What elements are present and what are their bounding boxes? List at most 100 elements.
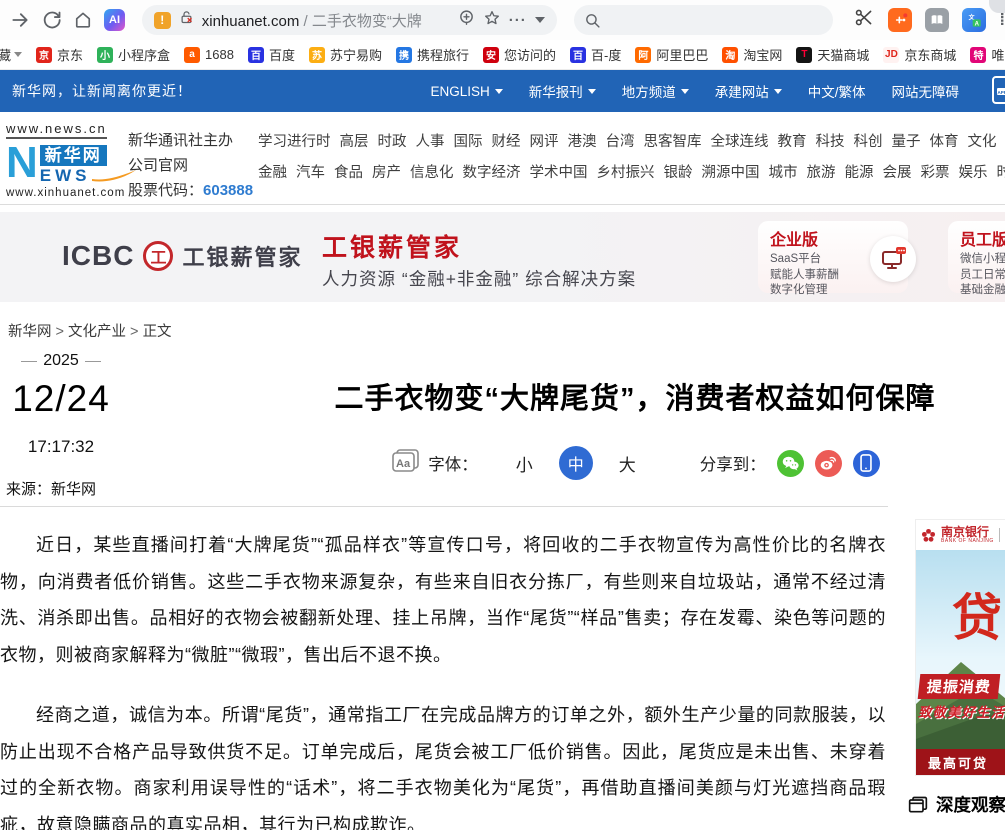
bookmark-item[interactable]: 特 唯品会 <box>970 45 1005 64</box>
forward-icon[interactable] <box>10 9 30 31</box>
banner-card-enterprise[interactable]: 企业版 SaaS平台赋能人事薪酬数字化管理 <box>758 221 908 293</box>
stock-code[interactable]: 603888 <box>203 182 253 199</box>
insecure-lock-icon[interactable] <box>179 10 194 30</box>
nav-link[interactable]: 学习进行时 <box>258 134 331 150</box>
source-name[interactable]: 新华网 <box>51 481 96 498</box>
reload-icon[interactable] <box>41 9 61 31</box>
nav-link[interactable]: 体育 <box>930 134 959 150</box>
address-more-icon[interactable]: ··· <box>509 12 527 29</box>
breadcrumb-item[interactable]: 文化产业 <box>52 324 127 340</box>
nav-link[interactable]: 国际 <box>454 134 483 150</box>
nav-link[interactable]: 能源 <box>845 165 874 181</box>
bookmark-item[interactable]: 阿 阿里巴巴 <box>635 45 708 64</box>
bookmark-item[interactable]: 百 百度 <box>248 45 295 64</box>
breadcrumb-item[interactable]: 正文 <box>126 324 172 340</box>
nav-link[interactable]: 财经 <box>492 134 521 150</box>
address-dropdown-icon[interactable] <box>535 17 545 23</box>
bookmark-item[interactable]: 小 小程序盒 <box>97 45 170 64</box>
nav-link[interactable]: 科创 <box>854 134 883 150</box>
nav-link[interactable]: 食品 <box>334 165 363 181</box>
reading-list-icon[interactable] <box>925 8 949 32</box>
site-slogan: 新华网，让新闻离你更近！ <box>12 81 192 101</box>
weibo-share-icon[interactable] <box>815 450 842 477</box>
topbar-link[interactable]: 承建网站 <box>715 81 782 101</box>
nav-link[interactable]: 会展 <box>883 165 912 181</box>
topbar-link[interactable]: 地方频道 <box>622 81 689 101</box>
nav-link[interactable]: 金融 <box>258 165 287 181</box>
bookmark-star-icon[interactable] <box>483 9 501 32</box>
article-title: 二手衣物变“大牌尾货”，消费者权益如何保障 <box>265 375 1005 417</box>
bookmark-item[interactable]: 安 您访问的 <box>483 45 556 64</box>
breadcrumb: 新华网文化产业正文 <box>8 320 172 341</box>
translate-icon[interactable]: 文A <box>962 8 986 32</box>
bookmark-label: 小程序盒 <box>118 45 170 64</box>
topbar-link[interactable]: 网站无障碍 <box>892 81 960 101</box>
nav-link[interactable]: 高层 <box>340 134 369 150</box>
xinhuanet-logo[interactable]: www.news.cn N 新华网 EWS www.xinhuanet.com <box>6 120 126 199</box>
nav-link[interactable]: 城市 <box>769 165 798 181</box>
card-line: 基础金融服务 <box>960 283 1005 299</box>
nav-link[interactable]: 数字经济 <box>463 165 521 181</box>
nanjing-bank-ad[interactable]: 南京银行 BANK OF NANJING 个人金融 贷 提振消费 致敬美好生活 … <box>916 520 1005 775</box>
nav-link[interactable]: 旅游 <box>807 165 836 181</box>
nav-link[interactable]: 彩票 <box>921 165 950 181</box>
bookmark-label: 京东商城 <box>904 45 956 64</box>
bookmark-item[interactable]: 淘 淘宝网 <box>722 45 782 64</box>
nav-link[interactable]: 人事 <box>416 134 445 150</box>
nav-link[interactable]: 时尚 <box>997 165 1005 181</box>
font-small-button[interactable]: 小 <box>516 451 533 476</box>
app-qr-icon[interactable]: APP <box>991 76 1005 107</box>
breadcrumb-item[interactable]: 新华网 <box>8 324 52 340</box>
bookmark-item[interactable]: JD 京东商城 <box>883 45 956 64</box>
nav-link[interactable]: 网评 <box>530 134 559 150</box>
screenshot-scissors-icon[interactable] <box>854 7 875 33</box>
icbc-logo: ICBC 工 工银薪管家 <box>62 240 302 272</box>
nav-link[interactable]: 银龄 <box>664 165 693 181</box>
icbc-banner-ad[interactable]: ICBC 工 工银薪管家 工银薪管家 人力资源 “金融+非金融” 综合解决方案 … <box>0 212 1005 302</box>
games-icon[interactable] <box>888 8 912 32</box>
font-medium-button[interactable]: 中 <box>559 446 593 480</box>
nav-link[interactable]: 时政 <box>378 134 407 150</box>
nav-link[interactable]: 学术中国 <box>530 165 588 181</box>
wechat-share-icon[interactable] <box>777 450 804 477</box>
menu-kebab-icon[interactable]: ⁞ <box>999 10 1005 30</box>
ai-assistant-icon[interactable]: AI <box>104 9 124 31</box>
nav-link[interactable]: 娱乐 <box>959 165 988 181</box>
nav-link[interactable]: 信息化 <box>410 165 454 181</box>
banner-card-employee[interactable]: 员工版 微信小程序员工日常管理基础金融服务 <box>948 221 1005 293</box>
nav-link[interactable]: 港澳 <box>568 134 597 150</box>
bookmark-item[interactable]: T 天猫商城 <box>796 45 869 64</box>
url-text[interactable]: xinhuanet.com / 二手衣物变“大牌 <box>202 10 422 31</box>
bookmark-item[interactable]: 携 携程旅行 <box>396 45 469 64</box>
site-warning-icon[interactable]: ! <box>154 12 171 29</box>
bookmarks-overflow[interactable]: 藏 <box>0 45 22 64</box>
nav-link[interactable]: 教育 <box>778 134 807 150</box>
nav-link[interactable]: 文化 <box>968 134 997 150</box>
bookmark-item[interactable]: 苏 苏宁易购 <box>309 45 382 64</box>
icbc-product: 工银薪管家 <box>182 240 302 272</box>
nav-link[interactable]: 思客智库 <box>644 134 702 150</box>
deep-observation-section[interactable]: 深度观察 <box>908 792 1005 817</box>
chevron-down-icon <box>495 89 503 94</box>
font-large-button[interactable]: 大 <box>619 451 636 476</box>
mobile-share-icon[interactable] <box>853 450 880 477</box>
search-input[interactable] <box>574 5 834 35</box>
bookmark-favicon: a <box>184 47 200 63</box>
bookmark-item[interactable]: a 1688 <box>184 47 234 63</box>
topbar-link[interactable]: 中文/繁体 <box>808 81 866 101</box>
nav-link[interactable]: 量子 <box>892 134 921 150</box>
nav-link[interactable]: 汽车 <box>296 165 325 181</box>
nav-link[interactable]: 全球连线 <box>711 134 769 150</box>
nav-link[interactable]: 台湾 <box>606 134 635 150</box>
topbar-link[interactable]: ENGLISH <box>430 84 502 99</box>
bookmark-item[interactable]: 百 百-度 <box>570 45 621 64</box>
nav-link[interactable]: 科技 <box>816 134 845 150</box>
nav-link[interactable]: 溯源中国 <box>702 165 760 181</box>
address-bar[interactable]: ! xinhuanet.com / 二手衣物变“大牌 ··· <box>142 5 557 35</box>
reader-mode-icon[interactable] <box>458 9 475 31</box>
home-icon[interactable] <box>73 9 93 31</box>
topbar-link[interactable]: 新华报刊 <box>529 81 596 101</box>
bookmark-item[interactable]: 京 京东 <box>36 45 83 64</box>
nav-link[interactable]: 房产 <box>372 165 401 181</box>
nav-link[interactable]: 乡村振兴 <box>597 165 655 181</box>
